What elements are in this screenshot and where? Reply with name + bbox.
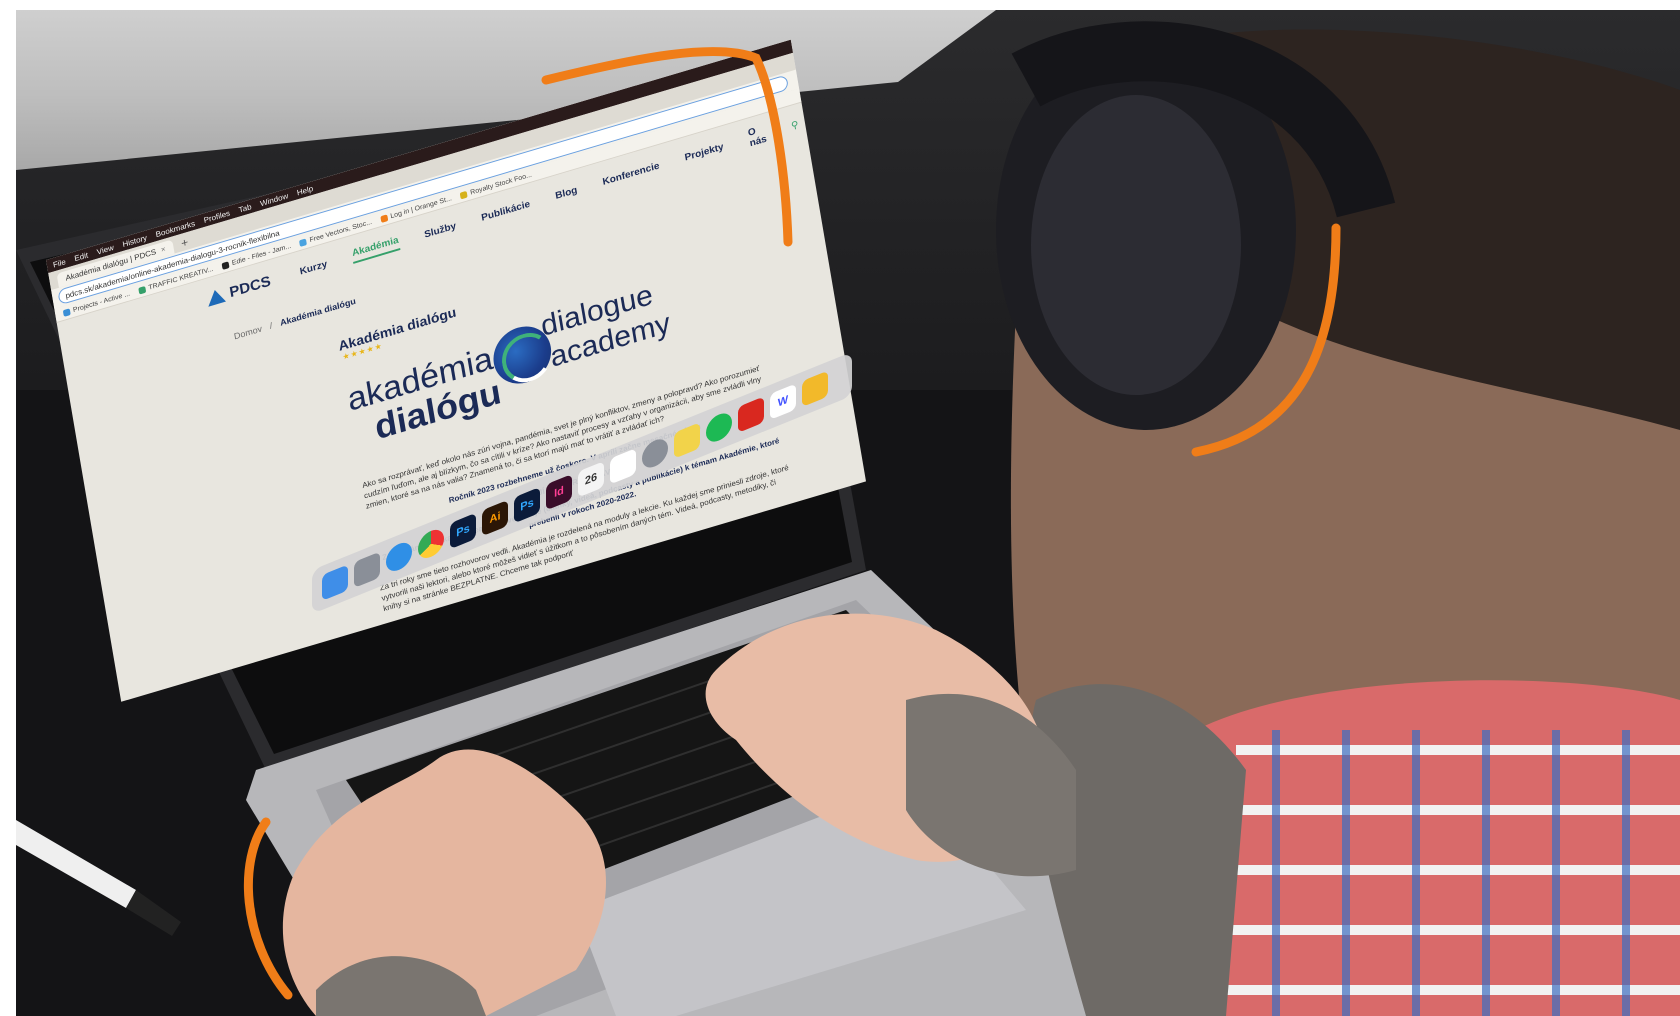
orange-arc-right [1191,223,1341,457]
photo-scene: File Edit View History Bookmarks Profile… [16,10,1680,1016]
orange-arc-top [541,47,793,247]
orange-arc-bottom [243,817,293,1000]
orange-accent-arcs [243,47,1341,1000]
